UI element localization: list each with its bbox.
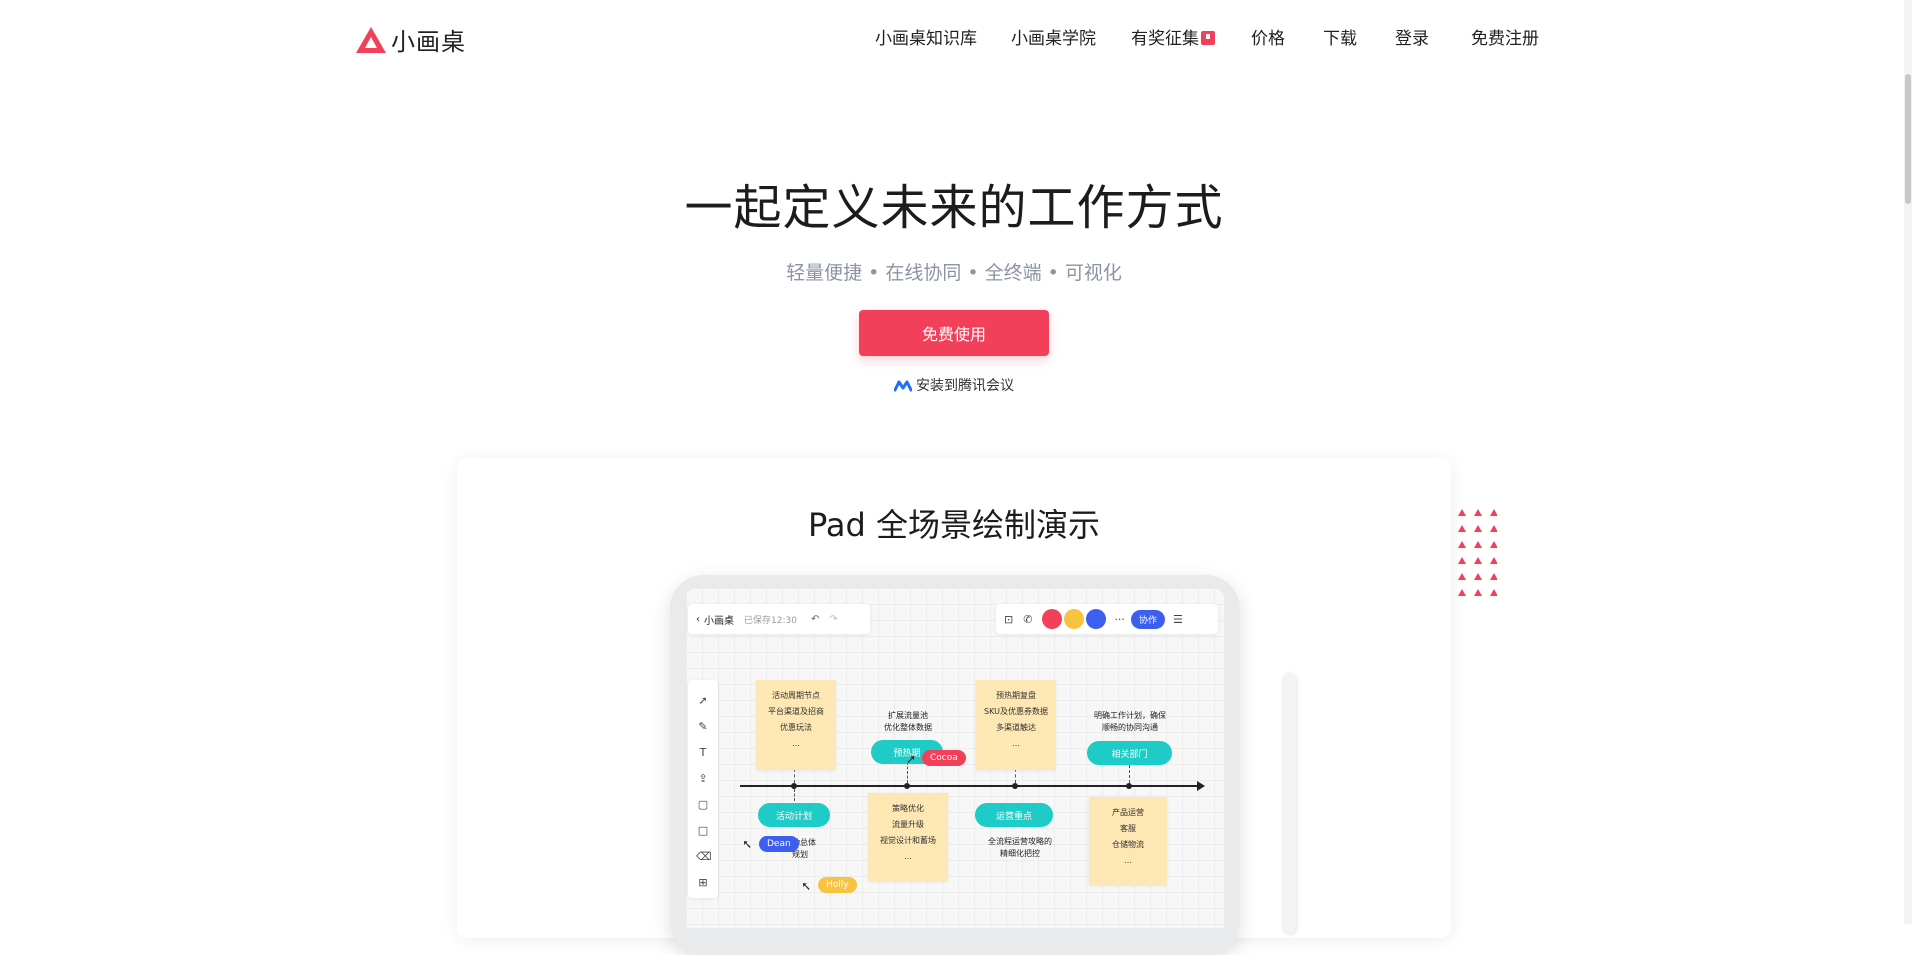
note-line: 精细化把控 [1000,849,1040,858]
timeline-dot [1012,783,1018,789]
sticky-note[interactable]: 活动周期节点 平台渠道及招商 优惠玩法 ... [756,680,836,770]
text-note[interactable]: 全流程运营攻略的 精细化把控 [976,836,1064,860]
redo-icon[interactable]: ↷ [829,614,837,625]
timeline-arrow-icon [1197,781,1205,791]
sticky-line: 策略优化 [892,804,924,813]
nav-pricing[interactable]: 价格 [1251,24,1285,49]
sticky-line: 多渠道触达 [996,723,1036,732]
cursor-arrow-icon: ➚ [906,752,917,766]
sticky-line: 优惠玩法 [780,723,812,732]
hero-subtitle: 轻量便捷 • 在线协同 • 全终端 • 可视化 [786,262,1122,284]
back-icon[interactable]: ‹ [696,614,700,625]
sticky-line: ... [792,739,800,748]
sticky-line: SKU及优惠券数据 [984,707,1048,716]
avatar[interactable] [1086,609,1107,629]
app-topbar-left: ‹ 小画桌 已保存12:30 ↶ ↷ [688,604,870,634]
brand-name: 小画桌 [391,28,466,56]
sticky-note[interactable]: 预热期复盘 SKU及优惠券数据 多渠道触达 ... [976,680,1056,770]
sticky-line: 仓储物流 [1112,840,1144,849]
note-line: 全流程运营攻略的 [988,837,1052,846]
collaborator-cursor-cocoa: Cocoa [922,750,966,766]
cursor-arrow-icon: ➚ [801,879,812,893]
sticky-line: ... [904,852,912,861]
present-icon[interactable]: ⊡ [1004,613,1013,626]
demo-title: Pad 全场景绘制演示 [808,506,1100,544]
collaborate-button[interactable]: 协作 [1130,609,1165,629]
sticky-tool-icon[interactable]: ▢ [696,798,710,812]
nav-academy[interactable]: 小画桌学院 [1011,24,1096,49]
tencent-meeting-icon [894,380,912,392]
stylus-pencil [1284,673,1296,933]
app-back-label[interactable]: 小画桌 [704,612,734,627]
more-icon[interactable]: ··· [1114,613,1125,626]
phone-icon[interactable]: ✆ [1023,613,1032,626]
sticky-line: 流量升级 [892,820,924,829]
avatar[interactable] [1064,609,1085,629]
sticky-line: 活动周期节点 [772,691,820,700]
note-line: 顺畅的协同沟通 [1102,723,1158,732]
free-use-button[interactable]: 免费使用 [859,310,1049,356]
hero-title: 一起定义未来的工作方式 [684,180,1224,236]
nav-download[interactable]: 下载 [1323,24,1357,49]
logo-icon [356,26,386,53]
text-note[interactable]: 扩展流量池 优化整体数据 [872,710,944,734]
text-note[interactable]: 明确工作计划，确保 顺畅的协同沟通 [1086,710,1174,734]
sticky-line: 客服 [1120,824,1136,833]
decorative-triangles [1458,509,1497,596]
node-activity-plan[interactable]: 活动计划 [758,803,830,827]
shape-tool-icon[interactable]: □ [696,824,710,838]
upload-tool-icon[interactable]: ⇪ [696,772,710,786]
flag-icon [1201,31,1215,45]
sticky-line: ... [1012,739,1020,748]
tencent-meeting-link[interactable]: 安装到腾讯会议 [0,375,1908,395]
connector [1129,765,1130,783]
text-tool-icon[interactable]: T [696,746,710,760]
sticky-note[interactable]: 产品运营 客服 仓储物流 ... [1089,797,1167,885]
eraser-tool-icon[interactable]: ⌫ [696,850,712,864]
pen-tool-icon[interactable]: ✎ [696,720,710,734]
list-icon[interactable]: ☰ [1173,613,1183,626]
note-line: 扩展流量池 [888,711,928,720]
sticky-line: 平台渠道及招商 [768,707,824,716]
sticky-line: ... [1124,856,1132,865]
node-departments[interactable]: 相关部门 [1087,741,1172,765]
cursor-arrow-icon: ➚ [742,837,753,851]
sticky-line: 产品运营 [1112,808,1144,817]
note-line: 优化整体数据 [884,723,932,732]
timeline-dot [1126,783,1132,789]
tool-palette: ➚ ✎ T ⇪ ▢ □ ⌫ ⊞ [688,680,718,898]
nav-signup[interactable]: 免费注册 [1471,24,1539,49]
sticky-line: 视觉设计和蓄场 [880,836,936,845]
sticky-line: 预热期复盘 [996,691,1036,700]
nav-contest-label: 有奖征集 [1131,29,1199,49]
nav-login[interactable]: 登录 [1395,24,1429,49]
saved-status: 已保存12:30 [744,615,797,626]
brand-logo[interactable]: 小画桌 [355,22,466,57]
collaborator-cursor-dean: Dean [759,836,799,852]
note-line: 明确工作计划，确保 [1094,711,1166,720]
select-tool-icon[interactable]: ➚ [696,694,710,708]
undo-icon[interactable]: ↶ [811,614,819,625]
connector [794,789,795,801]
app-topbar-right: ⊡ ✆ ··· 协作 ☰ [996,604,1218,634]
avatar[interactable] [1042,609,1063,629]
tencent-meeting-label: 安装到腾讯会议 [916,378,1014,394]
collaborator-cursor-holly: Holly [818,877,857,893]
nav-knowledge-base[interactable]: 小画桌知识库 [875,24,977,49]
nav-contest[interactable]: 有奖征集 [1131,24,1215,49]
timeline-dot [904,783,910,789]
sticky-note[interactable]: 策略优化 流量升级 视觉设计和蓄场 ... [868,793,948,881]
node-ops-focus[interactable]: 运营重点 [975,803,1053,827]
grid-tool-icon[interactable]: ⊞ [696,876,710,890]
